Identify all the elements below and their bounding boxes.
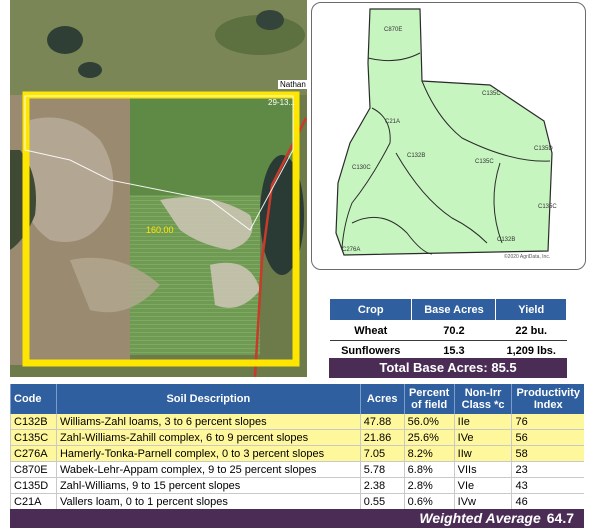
crop-row: Wheat 70.2 22 bu. bbox=[329, 320, 567, 341]
soil-row: C870E Wabek-Lehr-Appam complex, 9 to 25 … bbox=[10, 461, 584, 478]
soil-label-c132b-2: C132B bbox=[497, 237, 516, 243]
soil-class: IIw bbox=[453, 445, 512, 462]
soil-description: Vallers loam, 0 to 1 percent slopes bbox=[55, 493, 361, 510]
soil-class: IVw bbox=[453, 493, 512, 510]
soil-index: 56 bbox=[511, 429, 584, 446]
code-header: Code bbox=[10, 384, 57, 414]
soil-percent: 6.8% bbox=[403, 461, 455, 478]
soil-percent: 25.6% bbox=[403, 429, 455, 446]
soil-description: Williams-Zahl loams, 3 to 6 percent slop… bbox=[55, 414, 361, 430]
soil-row: C135D Zahl-Williams, 9 to 15 percent slo… bbox=[10, 477, 584, 494]
soil-acres: 7.05 bbox=[359, 445, 405, 462]
yield-header: Yield bbox=[495, 298, 567, 321]
productivity-index-header: Productivity Index bbox=[511, 384, 584, 414]
total-value: 85.5 bbox=[491, 360, 517, 375]
soil-code: C135C bbox=[10, 429, 57, 446]
soil-class: IVe bbox=[453, 429, 512, 446]
total-base-acres: Total Base Acres: 85.5 bbox=[329, 358, 567, 378]
soil-description: Wabek-Lehr-Appam complex, 9 to 25 percen… bbox=[55, 461, 361, 478]
soil-label-c132b: C132B bbox=[407, 153, 426, 159]
crop-base-acres: 70.2 bbox=[411, 320, 496, 341]
soil-row: C135C Zahl-Williams-Zahill complex, 6 to… bbox=[10, 429, 584, 446]
soil-acres: 21.86 bbox=[359, 429, 405, 446]
weighted-average-label: Weighted Average bbox=[419, 510, 541, 526]
soil-class: VIIs bbox=[453, 461, 512, 478]
soil-label-c21a: C21A bbox=[385, 119, 401, 125]
soil-code: C132B bbox=[10, 414, 57, 430]
road-label: Nathan bbox=[278, 80, 307, 89]
soil-index: 46 bbox=[511, 493, 584, 510]
non-irr-class-header: Non-Irr Class *c bbox=[453, 384, 512, 414]
weighted-average: Weighted Average 64.7 bbox=[10, 509, 584, 528]
soil-percent: 8.2% bbox=[403, 445, 455, 462]
weighted-average-value: 64.7 bbox=[546, 510, 574, 526]
crop-table-header: Crop Base Acres Yield bbox=[328, 298, 567, 321]
soil-percent: 56.0% bbox=[403, 414, 455, 430]
soil-acres: 5.78 bbox=[359, 461, 405, 478]
soil-class: VIe bbox=[453, 477, 512, 494]
aerial-photo: Nathan 29-13... 160.00 bbox=[10, 0, 307, 377]
soil-percent: 0.6% bbox=[403, 493, 455, 510]
soil-label-c135c-2: C135C bbox=[475, 159, 494, 165]
soil-label-c135c-3: C135C bbox=[538, 204, 557, 210]
soil-index: 76 bbox=[511, 414, 584, 430]
soil-label-c130c: C130C bbox=[352, 165, 371, 171]
soil-acres: 47.88 bbox=[359, 414, 405, 430]
section-label: 29-13... bbox=[268, 98, 296, 107]
soil-code: C276A bbox=[10, 445, 57, 462]
soil-index: 58 bbox=[511, 445, 584, 462]
aerial-image bbox=[10, 0, 307, 377]
crop-table: Crop Base Acres Yield Wheat 70.2 22 bu. … bbox=[328, 298, 567, 361]
soil-table-header: Code Soil Description Acres Percent of f… bbox=[10, 384, 584, 414]
crop-name: Wheat bbox=[329, 320, 412, 341]
crop-yield: 22 bu. bbox=[495, 320, 567, 341]
soil-acres: 0.55 bbox=[359, 493, 405, 510]
soil-code: C870E bbox=[10, 461, 57, 478]
soil-row: C132B Williams-Zahl loams, 3 to 6 percen… bbox=[10, 414, 584, 430]
soil-acres: 2.38 bbox=[359, 477, 405, 494]
soil-map-copyright: ©2020 AgriData, Inc. bbox=[504, 254, 551, 260]
soil-code: C135D bbox=[10, 477, 57, 494]
soil-percent: 2.8% bbox=[403, 477, 455, 494]
soil-map: C870E C132B C135C C135D C21A C130C C135C… bbox=[311, 2, 586, 270]
soil-map-drawing bbox=[335, 8, 553, 256]
soil-index: 23 bbox=[511, 461, 584, 478]
soil-row: C21A Vallers loam, 0 to 1 percent slopes… bbox=[10, 493, 584, 510]
soil-row: C276A Hamerly-Tonka-Parnell complex, 0 t… bbox=[10, 445, 584, 462]
soil-class: IIe bbox=[453, 414, 512, 430]
soil-description: Hamerly-Tonka-Parnell complex, 0 to 3 pe… bbox=[55, 445, 361, 462]
soil-description: Zahl-Williams-Zahill complex, 6 to 9 per… bbox=[55, 429, 361, 446]
soil-index: 43 bbox=[511, 477, 584, 494]
crop-header: Crop bbox=[328, 298, 413, 321]
soil-label-c135c: C135C bbox=[482, 91, 501, 97]
total-label: Total Base Acres: bbox=[379, 360, 488, 375]
soil-label-c276a: C276A bbox=[342, 247, 361, 253]
soil-table: Code Soil Description Acres Percent of f… bbox=[10, 384, 584, 510]
acres-header: Acres bbox=[359, 384, 405, 414]
soil-label-c870e: C870E bbox=[384, 27, 403, 33]
soil-code: C21A bbox=[10, 493, 57, 510]
soil-description-header: Soil Description bbox=[55, 384, 361, 414]
field-acres-label: 160.00 bbox=[146, 225, 174, 235]
soil-description: Zahl-Williams, 9 to 15 percent slopes bbox=[55, 477, 361, 494]
base-acres-header: Base Acres bbox=[411, 298, 497, 321]
soil-label-c135d: C135D bbox=[534, 146, 553, 152]
percent-field-header: Percent of field bbox=[403, 384, 455, 414]
